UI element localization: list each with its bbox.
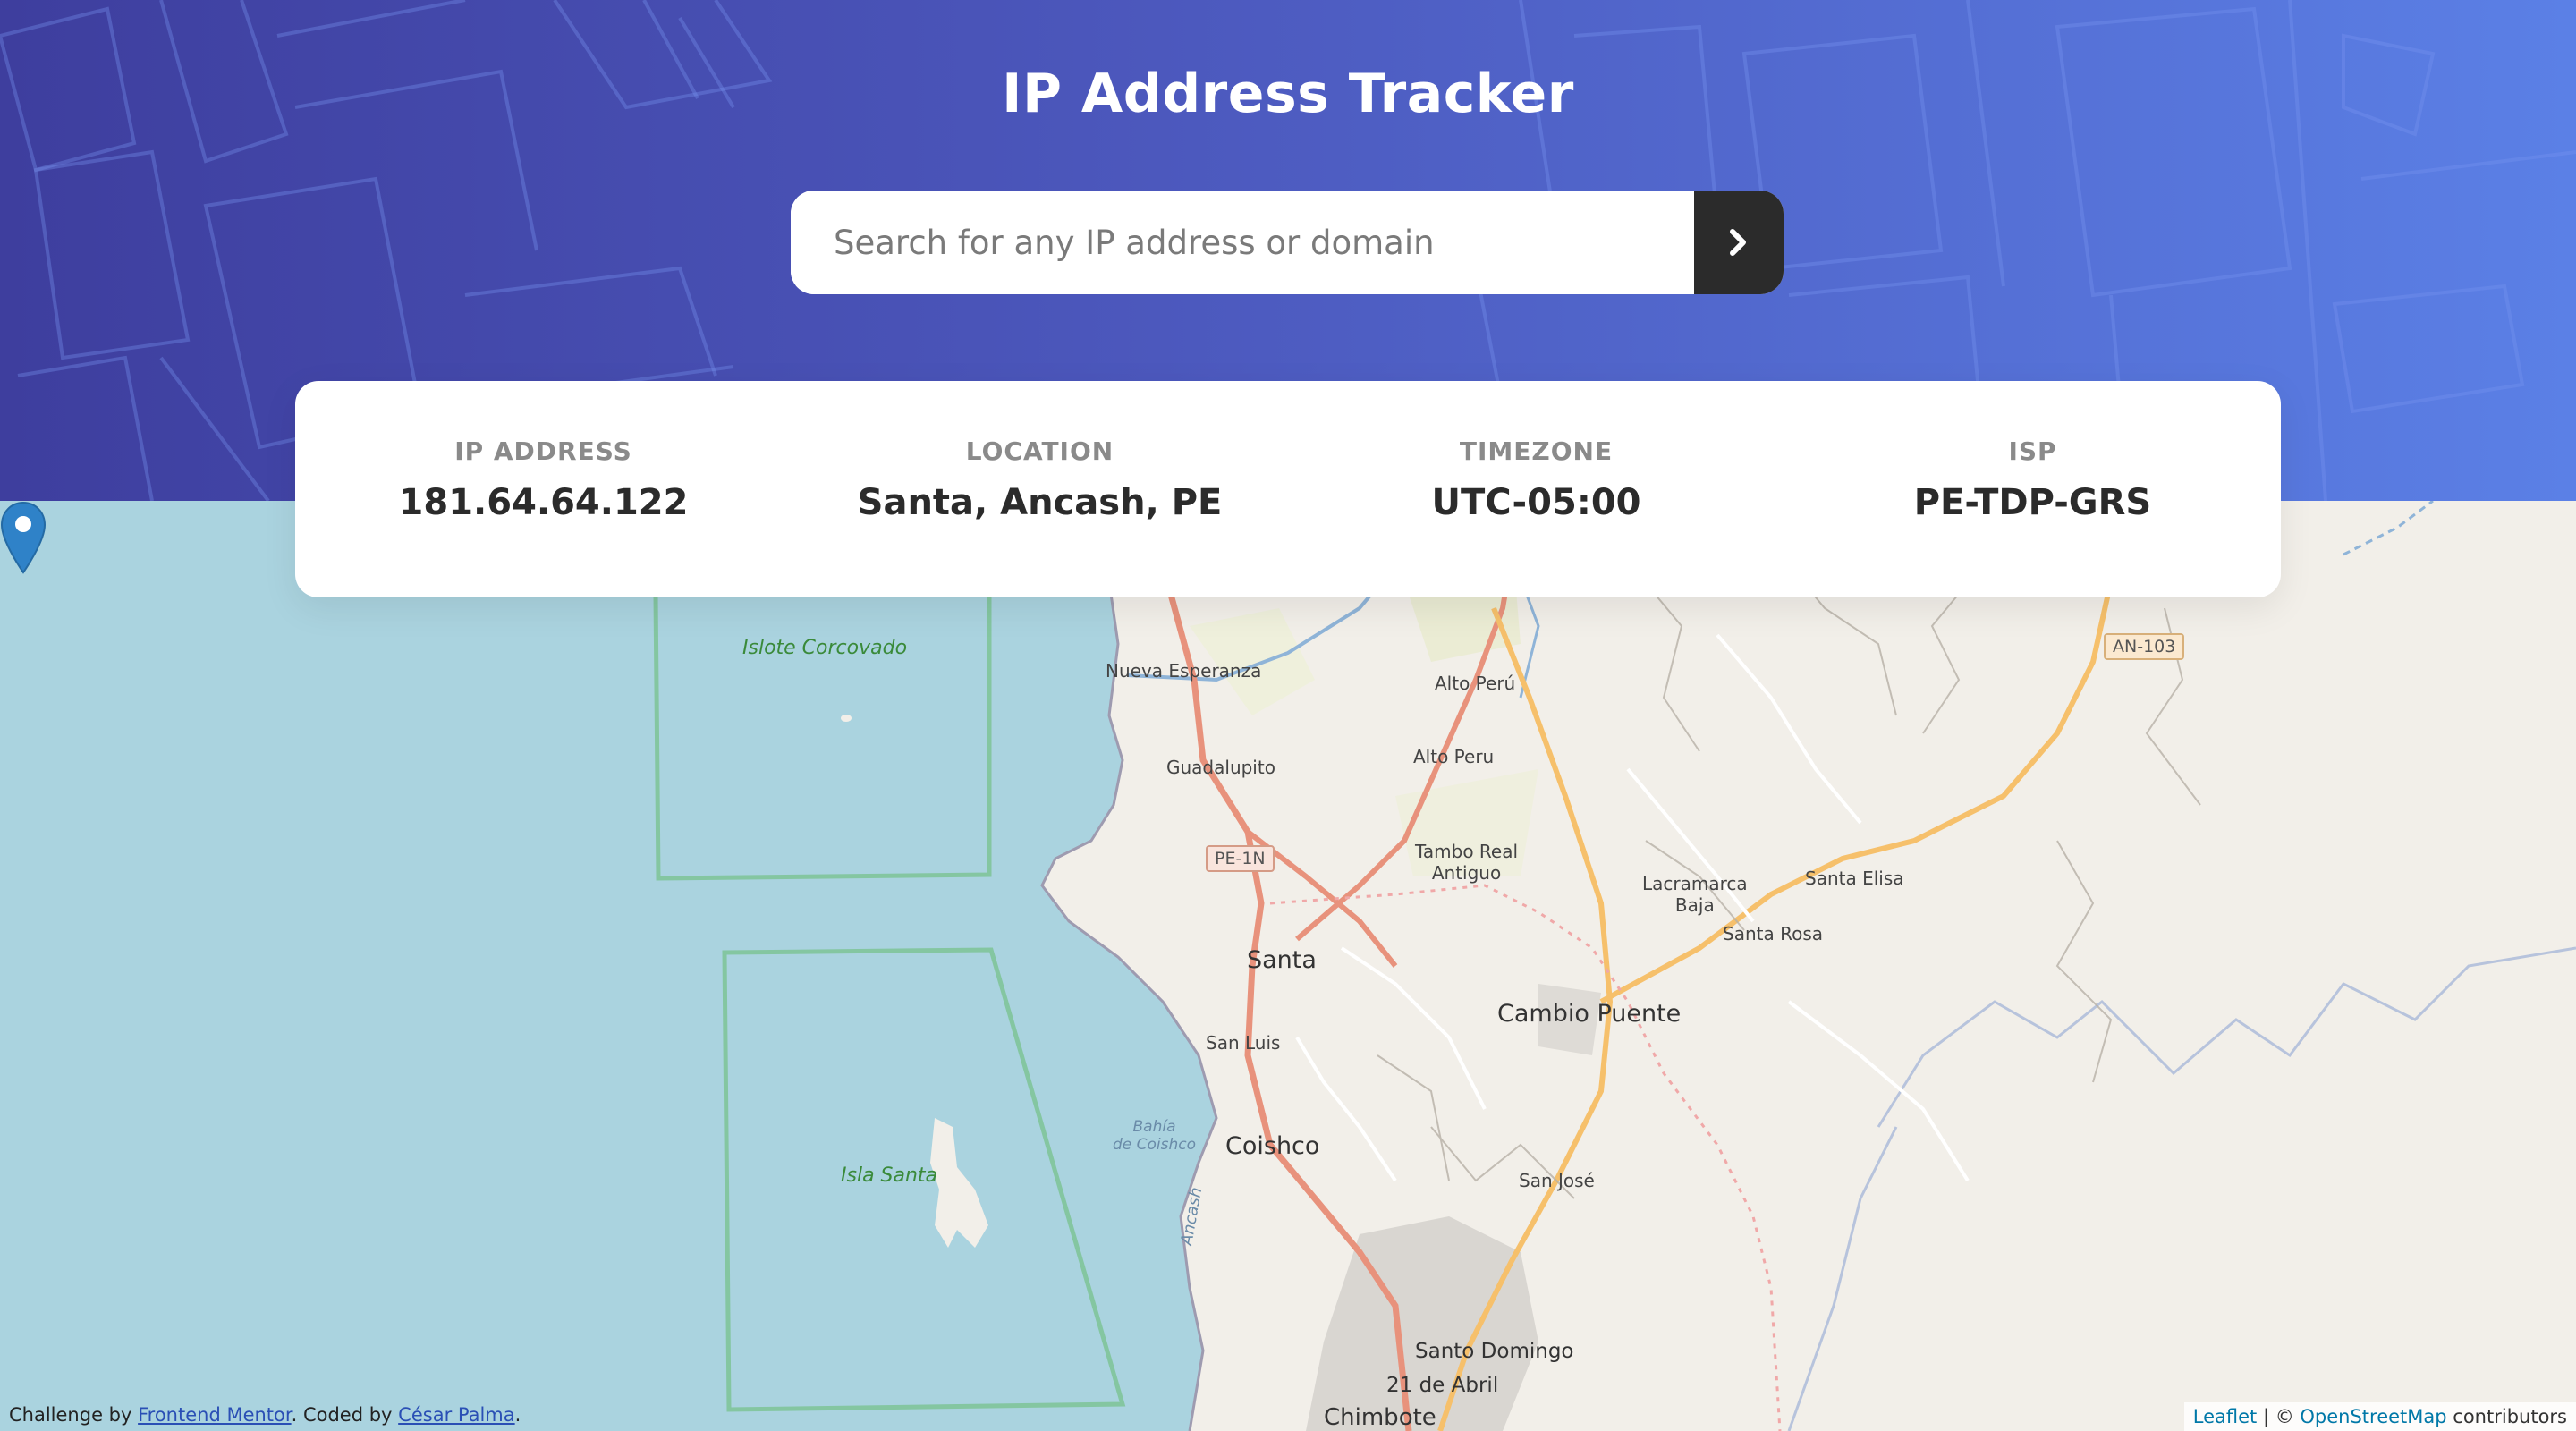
map-label-tambo-real: Tambo Real Antiguo: [1415, 841, 1519, 884]
search-form: [791, 191, 1784, 294]
challenge-prefix: Challenge by: [9, 1404, 139, 1426]
isp-stat: ISP PE-TDP-GRS: [1784, 436, 2281, 523]
map-label-san-luis: San Luis: [1206, 1032, 1281, 1054]
map-label-nueva-esperanza: Nueva Esperanza: [1106, 660, 1262, 682]
map-label-coishco: Coishco: [1225, 1132, 1320, 1160]
map-label-21-de-abril: 21 de Abril: [1386, 1374, 1499, 1397]
ip-address-value: 181.64.64.122: [398, 482, 689, 523]
map-label-chimbote: Chimbote: [1324, 1404, 1436, 1431]
timezone-label: TIMEZONE: [1459, 436, 1614, 466]
map-label-guadalupito: Guadalupito: [1166, 757, 1275, 778]
map-label-alto-peru-1: Alto Perú: [1435, 673, 1516, 694]
isp-value: PE-TDP-GRS: [1913, 482, 2152, 523]
ip-address-stat: IP ADDRESS 181.64.64.122: [295, 436, 792, 523]
search-submit-button[interactable]: [1694, 191, 1784, 294]
map[interactable]: Islote Corcovado Nueva Esperanza Alto Pe…: [0, 501, 2576, 1431]
timezone-stat: TIMEZONE UTC-05:00: [1288, 436, 1784, 523]
map-label-santa: Santa: [1247, 946, 1317, 974]
map-label-islote-corcovado: Islote Corcovado: [742, 637, 908, 659]
timezone-value: UTC-05:00: [1431, 482, 1641, 523]
map-label-santa-rosa: Santa Rosa: [1723, 923, 1823, 944]
ip-address-label: IP ADDRESS: [454, 436, 632, 466]
map-label-isla-santa: Isla Santa: [841, 1164, 938, 1187]
map-pin-icon[interactable]: [0, 501, 47, 574]
isp-label: ISP: [2008, 436, 2057, 466]
leaflet-link[interactable]: Leaflet: [2193, 1406, 2258, 1427]
map-label-san-jose: San José: [1519, 1170, 1595, 1191]
challenge-attribution: Challenge by Frontend Mentor. Coded by C…: [0, 1399, 530, 1431]
coded-by-text: . Coded by: [291, 1404, 399, 1426]
map-label-bahia: Bahía de Coishco: [1113, 1118, 1197, 1154]
map-label-cambio-puente: Cambio Puente: [1497, 1000, 1682, 1028]
map-label-pe1n: PE-1N: [1206, 845, 1275, 872]
author-link[interactable]: César Palma: [398, 1404, 514, 1426]
search-input[interactable]: [791, 191, 1694, 294]
ip-info-card: IP ADDRESS 181.64.64.122 LOCATION Santa,…: [295, 381, 2281, 597]
attribution-separator: | ©: [2257, 1406, 2301, 1427]
map-label-santa-elisa: Santa Elisa: [1805, 868, 1904, 889]
map-attribution: Leaflet | © OpenStreetMap contributors: [2183, 1402, 2576, 1431]
map-label-lacramarca: Lacramarca Baja: [1642, 873, 1748, 916]
page-title: IP Address Tracker: [1002, 63, 1574, 125]
attribution-period: .: [514, 1404, 521, 1426]
map-label-santo-domingo: Santo Domingo: [1415, 1340, 1574, 1363]
openstreetmap-link[interactable]: OpenStreetMap: [2300, 1406, 2446, 1427]
contributors-text: contributors: [2446, 1406, 2567, 1427]
ocean: [0, 501, 1216, 1431]
map-label-an103: AN-103: [2104, 633, 2185, 660]
location-stat: LOCATION Santa, Ancash, PE: [792, 436, 1288, 523]
location-label: LOCATION: [965, 436, 1114, 466]
map-label-alto-peru-2: Alto Peru: [1413, 746, 1495, 767]
frontend-mentor-link[interactable]: Frontend Mentor: [138, 1404, 292, 1426]
chevron-right-icon: [1730, 229, 1746, 256]
location-value: Santa, Ancash, PE: [857, 482, 1223, 523]
